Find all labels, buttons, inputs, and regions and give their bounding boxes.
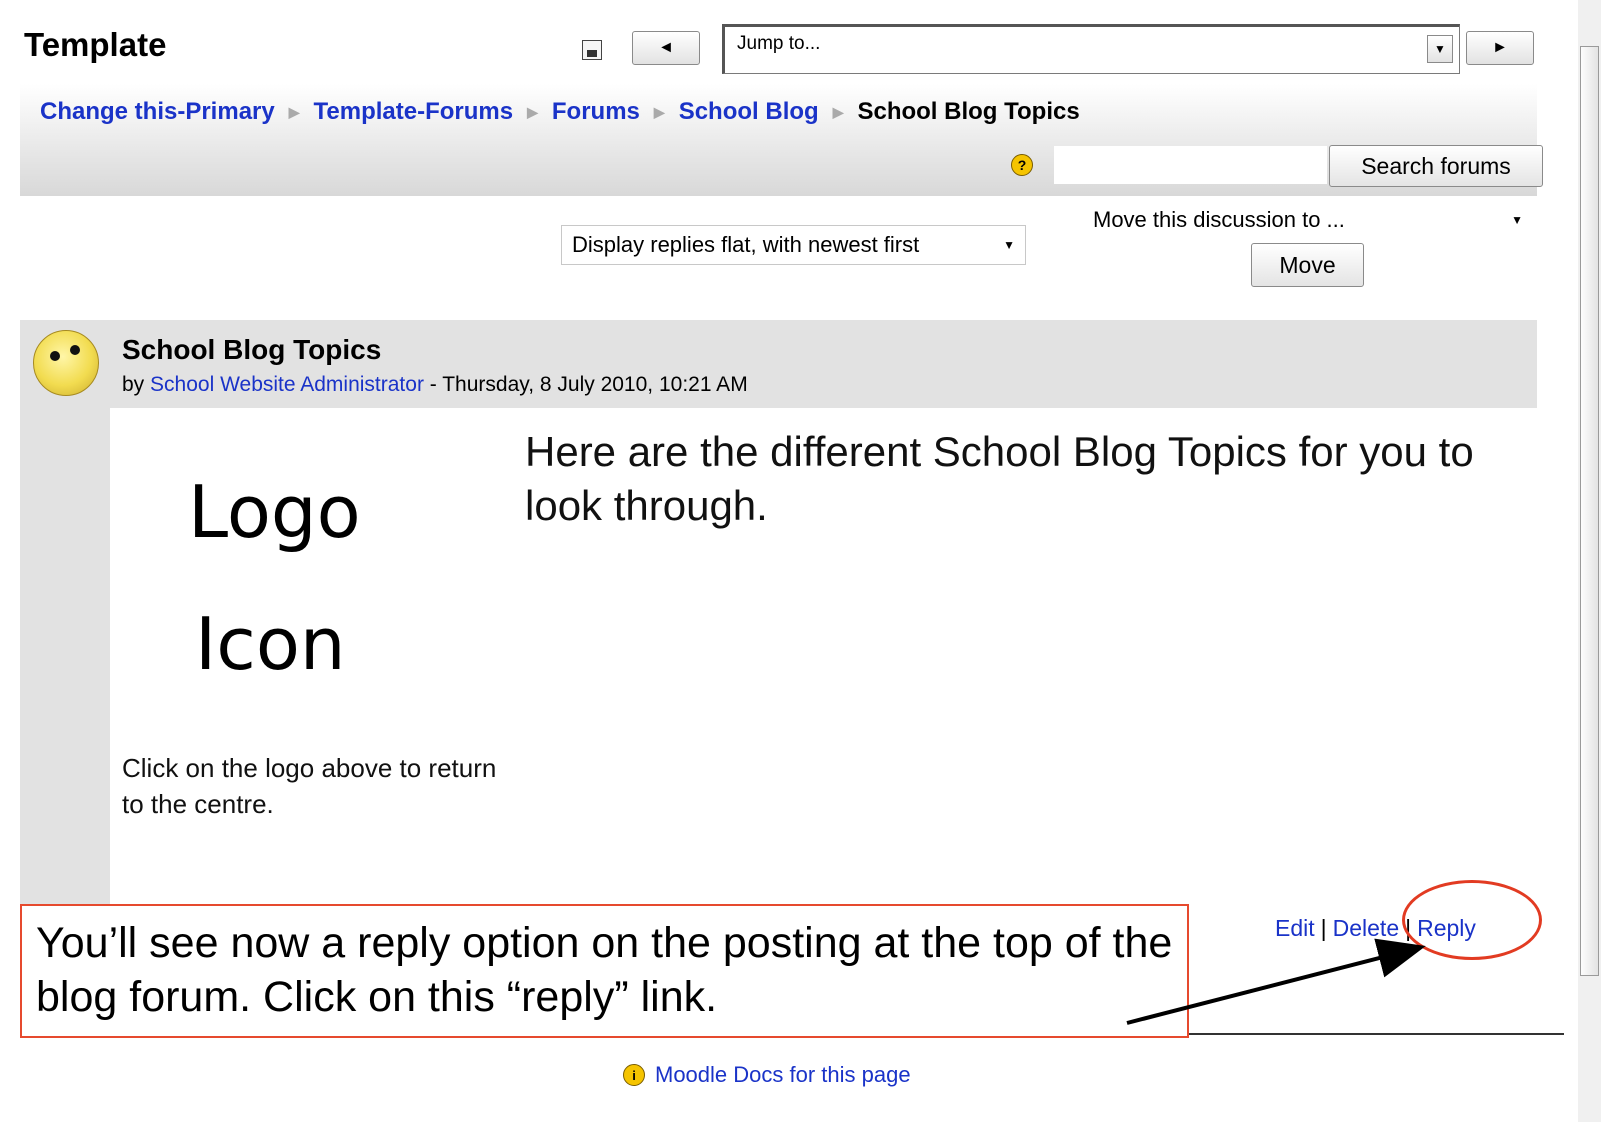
arrow-line xyxy=(1126,938,1426,1025)
scrollbar-thumb[interactable] xyxy=(1580,46,1599,976)
annotation-arrow xyxy=(1126,938,1426,1025)
